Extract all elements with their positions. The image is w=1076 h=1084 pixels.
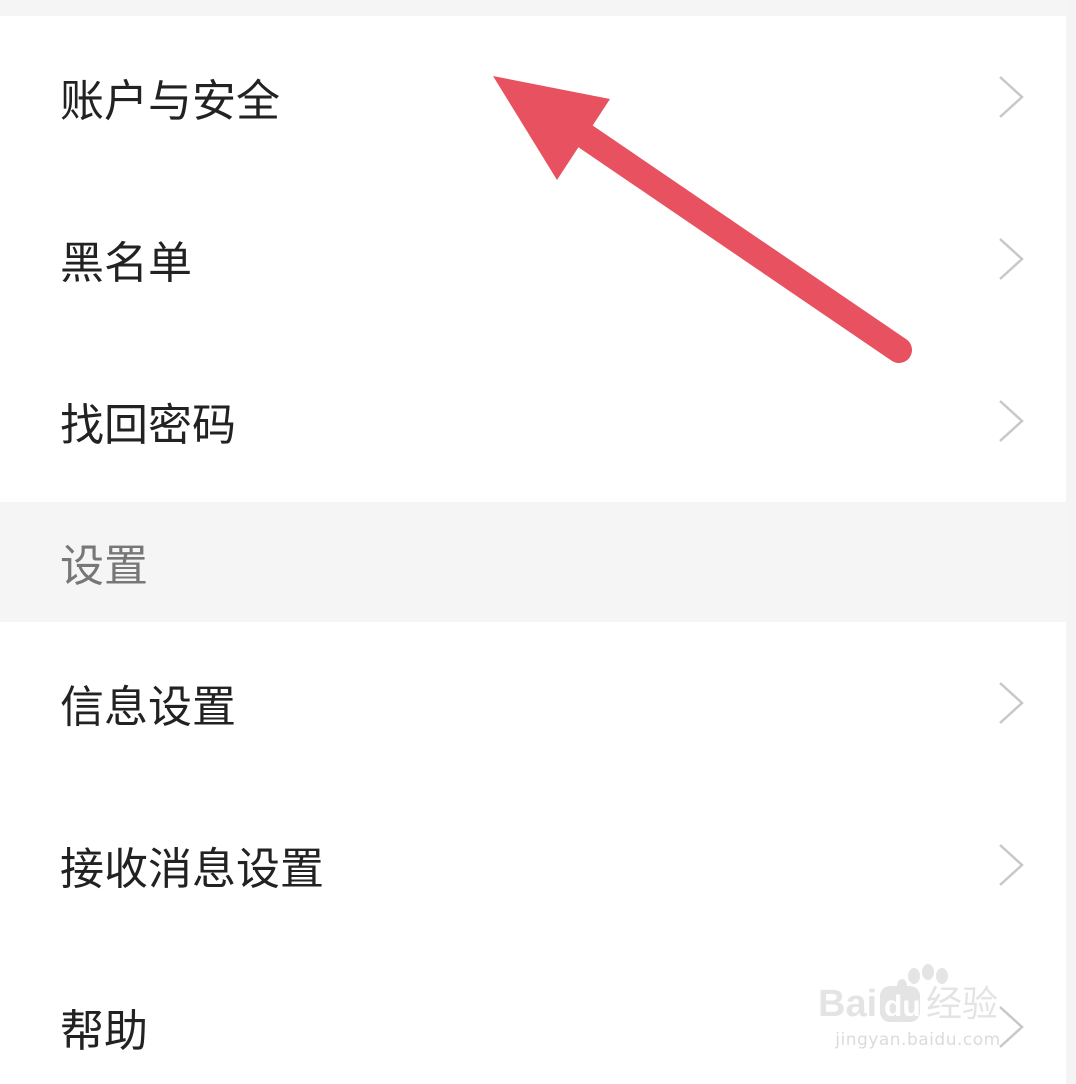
menu-item-label: 找回密码	[60, 400, 236, 451]
svg-text:Bai: Bai	[818, 983, 877, 1025]
top-divider	[0, 0, 1066, 16]
chevron-right-icon	[999, 400, 1024, 442]
chevron-right-icon	[999, 844, 1024, 886]
watermark-url: jingyan.baidu.com	[835, 1030, 1001, 1050]
baidu-watermark: Bai du 经验 jingyan.baidu.com	[818, 964, 1018, 1064]
chevron-right-icon	[999, 238, 1024, 280]
menu-item-label: 信息设置	[60, 682, 236, 733]
menu-item-label: 帮助	[60, 1006, 148, 1057]
section-title: 设置	[60, 541, 148, 592]
baidu-paw-logo: Bai du 经验	[818, 964, 998, 1025]
chevron-right-icon	[999, 76, 1024, 118]
menu-item-receive-message-settings[interactable]: 接收消息设置	[0, 784, 1066, 946]
settings-screen: 账户与安全 黑名单 找回密码 设置 信息设置 接收消息设置 帮助 Bai du …	[0, 0, 1076, 1084]
menu-item-label: 账户与安全	[60, 76, 280, 127]
chevron-right-icon	[999, 682, 1024, 724]
menu-item-blacklist[interactable]: 黑名单	[0, 178, 1066, 340]
menu-item-message-settings[interactable]: 信息设置	[0, 622, 1066, 784]
svg-text:du: du	[884, 990, 921, 1023]
scrollbar-track	[1066, 0, 1076, 1084]
menu-item-account-security[interactable]: 账户与安全	[0, 16, 1066, 178]
menu-item-label: 接收消息设置	[60, 844, 324, 895]
menu-item-retrieve-password[interactable]: 找回密码	[0, 340, 1066, 502]
menu-item-label: 黑名单	[60, 238, 192, 289]
svg-text:经验: 经验	[926, 984, 998, 1025]
settings-section-header: 设置	[0, 502, 1066, 622]
